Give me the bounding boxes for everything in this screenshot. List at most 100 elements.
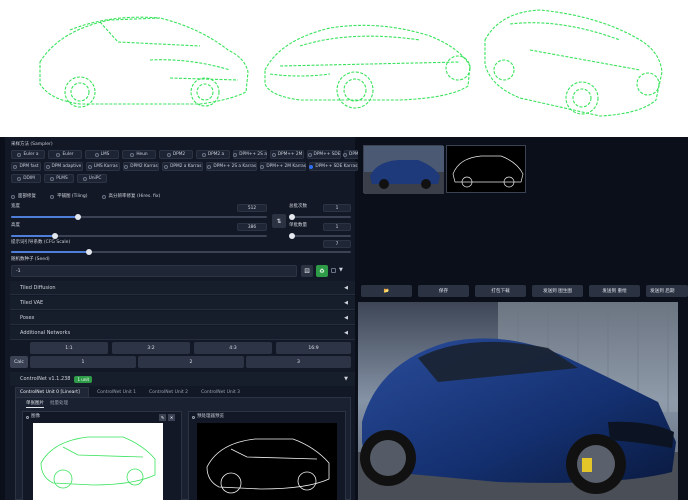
- save-button[interactable]: 保存: [418, 285, 469, 297]
- tiling-checkbox[interactable]: 平铺图 (Tiling): [50, 194, 88, 200]
- thumbnail-result[interactable]: [363, 145, 444, 194]
- ratio-button-4-3[interactable]: 4:3: [194, 342, 272, 354]
- sampler-option[interactable]: DPM++ SDE: [307, 150, 341, 159]
- lineart-input-image: [33, 423, 163, 500]
- controlnet-title: ControlNet v1.1.238: [20, 376, 71, 382]
- triangle-icon[interactable]: ▼: [339, 267, 343, 273]
- tab-controlnet-unit-2[interactable]: ControlNet Unit 2: [145, 387, 192, 397]
- sampler-option[interactable]: Euler: [48, 150, 82, 159]
- sampler-option-label: Heun: [136, 152, 148, 157]
- ratio-button-1-1[interactable]: 1:1: [30, 342, 108, 354]
- sampler-option-label: DPM++ 2S a Karras: [213, 164, 257, 169]
- sampler-radio: [343, 152, 348, 157]
- car-sketch-front: [39, 16, 249, 108]
- sampler-option-label: DPM++ 2M Karras: [266, 164, 307, 169]
- width-slider[interactable]: [11, 214, 267, 220]
- sampler-radio: [87, 164, 92, 169]
- controlnet-title-group: ControlNet v1.1.238 1 unit: [20, 375, 93, 383]
- sampler-option[interactable]: DPM2 a: [196, 150, 230, 159]
- result-image[interactable]: [358, 302, 678, 500]
- cfg-input[interactable]: 7: [323, 240, 351, 248]
- close-icon[interactable]: ✕: [168, 414, 175, 421]
- cfg-slider[interactable]: [11, 249, 351, 255]
- sampler-option[interactable]: DPM++ 2S a: [233, 150, 267, 159]
- batch-size-slider[interactable]: [289, 233, 351, 239]
- sampler-option[interactable]: DPM++ 2M: [270, 150, 304, 159]
- sampler-option[interactable]: LMS Karras: [85, 162, 120, 171]
- sampler-option[interactable]: DPM++ 2M Karras: [260, 162, 307, 171]
- accordion-label: Tiled Diffusion: [20, 284, 56, 291]
- width-slider-fill: [11, 216, 78, 218]
- zip-download-button[interactable]: 打包下载: [475, 285, 526, 297]
- accordion-additional-networks[interactable]: Additional Networks ◀: [10, 326, 355, 340]
- sampler-option[interactable]: PLMS: [44, 174, 74, 183]
- height-input[interactable]: 386: [237, 223, 267, 231]
- subtab-single-image[interactable]: 单张图片: [26, 401, 44, 408]
- sampler-option[interactable]: LMS: [85, 150, 119, 159]
- sampler-radio: [82, 176, 87, 181]
- hires-fix-label: 高分辨率修复 (Hires. fix): [108, 194, 161, 199]
- seed-input[interactable]: -1: [11, 265, 297, 277]
- send-to-extras-button[interactable]: 发送到 后期: [646, 285, 688, 297]
- sampler-option-label: DPM++ 2S a: [239, 152, 267, 157]
- tab-controlnet-unit-0[interactable]: ControlNet Unit 0 [Lineart]: [15, 387, 89, 397]
- accordion-label: Tiled VAE: [20, 299, 44, 306]
- result-car-image: [358, 302, 678, 500]
- batch-size-input[interactable]: 1: [323, 223, 351, 231]
- height-slider-thumb[interactable]: [51, 233, 58, 239]
- sampler-radio: [13, 164, 18, 169]
- sampler-option[interactable]: DPM++ SDE Karras: [309, 162, 358, 171]
- tab-controlnet-unit-3[interactable]: ControlNet Unit 3: [197, 387, 244, 397]
- sampler-option-label: UniPC: [88, 176, 102, 181]
- ratio-button-3-2[interactable]: 3:2: [112, 342, 190, 354]
- sampler-radio: [130, 152, 135, 157]
- ratio-button-16-9[interactable]: 16:9: [276, 342, 351, 354]
- hires-fix-checkbox[interactable]: 高分辨率修复 (Hires. fix): [101, 194, 161, 200]
- sampler-option[interactable]: DPM adaptive: [44, 162, 83, 171]
- accordion-tiled-vae[interactable]: Tiled VAE ◀: [10, 296, 355, 310]
- sampler-option[interactable]: UniPC: [77, 174, 107, 183]
- calc-button[interactable]: Calc: [10, 356, 28, 368]
- thumbnail-lineart[interactable]: [446, 145, 526, 193]
- batch-count-thumb[interactable]: [289, 214, 295, 220]
- sampler-option[interactable]: DDIM: [11, 174, 41, 183]
- cfg-label: 提示词引导系数 (CFG Scale): [11, 240, 71, 245]
- accordion-tiled-diffusion[interactable]: Tiled Diffusion ◀: [10, 281, 355, 295]
- sampler-radio: [17, 152, 22, 157]
- restore-faces-checkbox[interactable]: 面部修复: [11, 194, 36, 200]
- sampler-option[interactable]: Euler a: [11, 150, 45, 159]
- pencil-icon[interactable]: ✎: [159, 414, 166, 421]
- calc-value-1[interactable]: 1: [30, 356, 136, 368]
- sampler-radio: [45, 164, 50, 169]
- sampler-option[interactable]: DPM2: [159, 150, 193, 159]
- extra-seed-checkbox[interactable]: [331, 268, 336, 273]
- batch-count-slider[interactable]: [289, 214, 351, 220]
- batch-size-thumb[interactable]: [289, 233, 295, 239]
- accordion-posex[interactable]: Posex ◀: [10, 311, 355, 325]
- sampler-option[interactable]: Heun: [122, 150, 156, 159]
- calc-value-3[interactable]: 3: [246, 356, 351, 368]
- dice-icon[interactable]: ⚄: [301, 265, 313, 277]
- sampler-option[interactable]: DPM2 a Karras: [162, 162, 204, 171]
- tab-controlnet-unit-1[interactable]: ControlNet Unit 1: [93, 387, 140, 397]
- subtab-batch[interactable]: 批量处理: [50, 401, 68, 407]
- swap-icon[interactable]: ⇅: [272, 214, 286, 228]
- calc-value-2[interactable]: 2: [138, 356, 244, 368]
- controlnet-image-input[interactable]: 图像 ✎ ✕: [22, 411, 182, 500]
- sampler-option[interactable]: DPM2 Karras: [122, 162, 160, 171]
- recycle-icon[interactable]: ♻: [316, 265, 328, 277]
- sampler-radio: [164, 164, 169, 169]
- width-slider-thumb[interactable]: [74, 214, 81, 220]
- controlnet-unit-panel: 单张图片 批量处理 图像 ✎ ✕ 预处理器预览: [15, 397, 351, 500]
- width-input[interactable]: 512: [237, 204, 267, 212]
- sampler-option-label: DPM2 Karras: [130, 164, 158, 169]
- folder-icon[interactable]: 📂: [361, 285, 412, 297]
- send-to-inpaint-button[interactable]: 发送到 重绘: [589, 285, 640, 297]
- height-slider[interactable]: [11, 233, 267, 239]
- sampler-option[interactable]: DPM++ 2S a Karras: [206, 162, 258, 171]
- send-to-img2img-button[interactable]: 发送到 图生图: [532, 285, 583, 297]
- sampler-option[interactable]: DPM fast: [11, 162, 41, 171]
- batch-count-input[interactable]: 1: [323, 204, 351, 212]
- controlnet-header[interactable]: ControlNet v1.1.238 1 unit ▼: [10, 372, 355, 386]
- cfg-slider-thumb[interactable]: [86, 249, 93, 255]
